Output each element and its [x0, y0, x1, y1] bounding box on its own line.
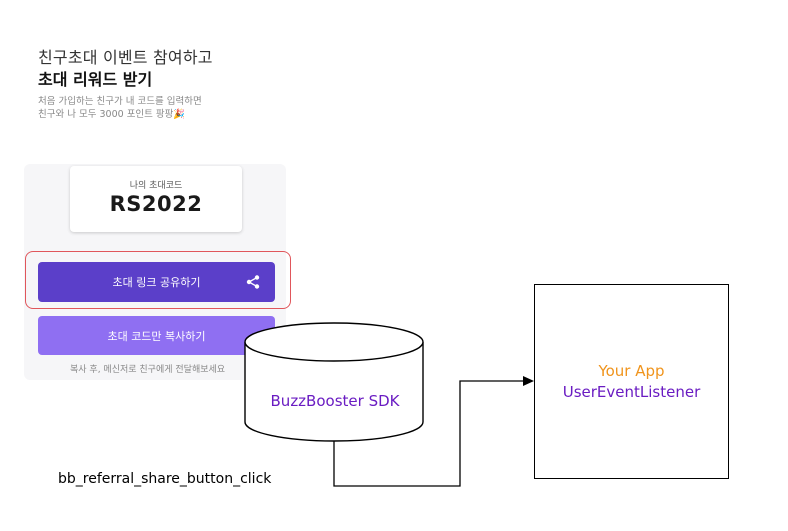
your-app-box: [534, 284, 729, 479]
invite-title-line1: 친구초대 이벤트 참여하고: [38, 48, 213, 67]
invite-description-line2: 친구와 나 모두 3000 포인트 팡팡🎉: [38, 108, 202, 121]
invite-code-label: 나의 초대코드: [129, 181, 183, 191]
share-button-highlight: [25, 251, 291, 309]
user-event-listener-label: UserEventListener: [562, 383, 701, 401]
party-popper-icon: 🎉: [173, 109, 186, 120]
invite-code-card: 나의 초대코드 RS2022: [70, 166, 242, 232]
invite-description: 처음 가입하는 친구가 내 코드를 입력하면 친구와 나 모두 3000 포인트…: [38, 95, 202, 121]
event-name-label: bb_referral_share_button_click: [58, 471, 272, 487]
your-app-title: Your App: [598, 362, 665, 380]
sdk-cylinder-top: [244, 322, 424, 362]
event-flow-arrowhead: [523, 376, 534, 386]
invite-code-value: RS2022: [109, 192, 203, 216]
copy-invite-code-label: 초대 코드만 복사하기: [107, 329, 206, 343]
copy-footnote: 복사 후, 메신저로 친구에게 전달해보세요: [70, 365, 226, 375]
sdk-label: BuzzBooster SDK: [270, 392, 400, 410]
invite-description-line2-text: 친구와 나 모두 3000 포인트 팡팡: [38, 109, 174, 120]
sdk-cylinder: [244, 322, 424, 442]
invite-title-line2: 초대 리워드 받기: [38, 70, 153, 89]
invite-description-line1: 처음 가입하는 친구가 내 코드를 입력하면: [38, 96, 202, 107]
